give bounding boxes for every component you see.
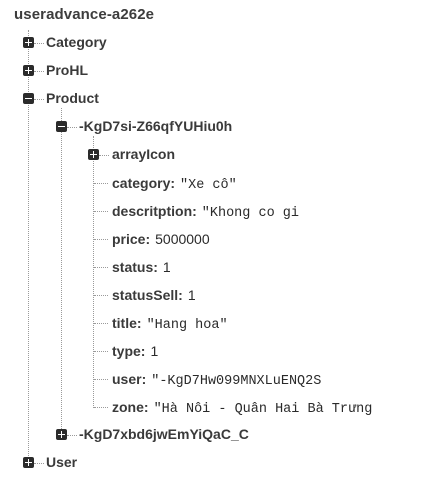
tree-guide-user <box>34 463 44 464</box>
field-user[interactable]: user: "-KgD7Hw099MNXLuENQ2S <box>112 370 362 388</box>
collapse-product-icon[interactable] <box>23 93 34 104</box>
node-prohl[interactable]: ProHL <box>46 62 88 78</box>
field-value: "Hang hoa" <box>146 318 228 332</box>
field-title[interactable]: title: "Hang hoa" <box>112 314 260 332</box>
tree-guide-array-icon <box>99 155 109 156</box>
node-array-icon[interactable]: arrayIcon <box>112 146 175 162</box>
node-user[interactable]: User <box>46 454 77 470</box>
tree-guide-field-description <box>94 211 108 212</box>
field-key: user: <box>112 371 147 387</box>
field-category[interactable]: category: "Xe cô" <box>112 174 302 192</box>
field-key: status: <box>112 259 158 275</box>
field-value: 1 <box>150 343 159 359</box>
tree-guide-field-price <box>94 239 108 240</box>
field-value: 5000000 <box>155 231 210 247</box>
tree-guide-field-status-sell <box>94 295 108 296</box>
database-tree: useradvance-a262e Category ProHL Product… <box>0 0 440 481</box>
node-product-item-1[interactable]: -KgD7si-Z66qfYUHiu0h <box>79 118 232 134</box>
tree-guide-field-title <box>94 323 108 324</box>
tree-guide-product-children <box>61 108 62 435</box>
expand-category-icon[interactable] <box>23 37 34 48</box>
field-key: zone: <box>112 399 149 415</box>
field-key: type: <box>112 343 146 359</box>
field-key: category: <box>112 175 176 191</box>
node-product[interactable]: Product <box>46 90 99 106</box>
field-price[interactable]: price: 5000000 <box>112 230 216 248</box>
tree-guide-prohl <box>34 71 44 72</box>
tree-guide-field-type <box>94 351 108 352</box>
tree-guide-field-user <box>94 379 108 380</box>
tree-guide-item-fields <box>93 136 94 408</box>
expand-user-icon[interactable] <box>23 457 34 468</box>
field-key: statusSell: <box>112 287 183 303</box>
tree-guide-field-status <box>94 267 108 268</box>
expand-array-icon-icon[interactable] <box>88 149 99 160</box>
field-key: descritption: <box>112 203 197 219</box>
node-category[interactable]: Category <box>46 34 107 50</box>
field-zone[interactable]: zone: "Hà Nôi - Quân Hai Bà Trưng <box>112 398 384 416</box>
root-node-label[interactable]: useradvance-a262e <box>14 6 154 23</box>
field-key: price: <box>112 231 151 247</box>
tree-guide-category <box>34 43 44 44</box>
tree-guide-product <box>34 99 44 100</box>
field-value: "Hà Nôi - Quân Hai Bà Trưng <box>153 402 373 416</box>
expand-prohl-icon[interactable] <box>23 65 34 76</box>
field-key: title: <box>112 315 142 331</box>
field-value: "-KgD7Hw099MNXLuENQ2S <box>151 374 322 388</box>
expand-product-item-2-icon[interactable] <box>56 429 67 440</box>
field-type[interactable]: type: 1 <box>112 342 212 360</box>
field-descritption[interactable]: descritption: "Khong co gi <box>112 202 310 220</box>
tree-guide-field-zone <box>94 407 108 408</box>
field-value: "Xe cô" <box>180 178 237 192</box>
field-status-sell[interactable]: statusSell: 1 <box>112 286 252 304</box>
tree-guide-product-item <box>67 127 77 128</box>
tree-guide-product-item-2 <box>67 435 77 436</box>
collapse-product-item-icon[interactable] <box>56 121 67 132</box>
field-status[interactable]: status: 1 <box>112 258 232 276</box>
node-product-item-2[interactable]: -KgD7xbd6jwEmYiQaC_C <box>79 426 249 442</box>
field-value: "Khong co gi <box>201 206 299 220</box>
field-value: 1 <box>162 259 171 275</box>
tree-guide-field-category <box>94 183 108 184</box>
field-value: 1 <box>187 287 196 303</box>
